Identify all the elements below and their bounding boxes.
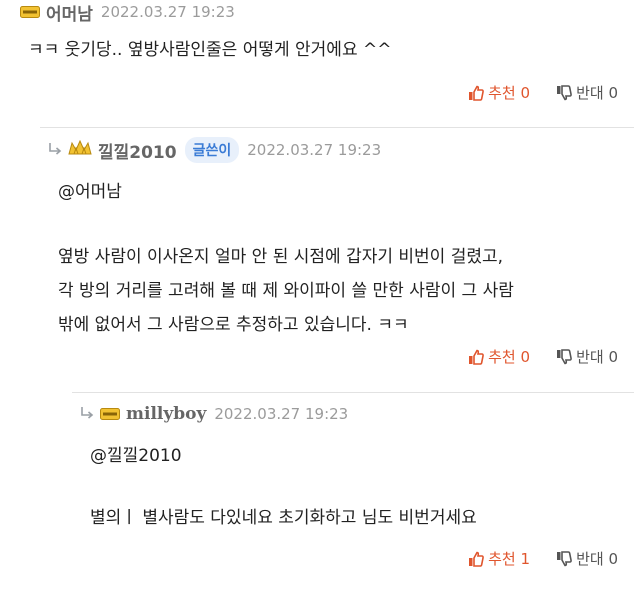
comment-body-line: 별의ㅣ 별사람도 다있네요 초기화하고 님도 비번거세요 (90, 508, 477, 528)
recommend-button[interactable]: 추천 0 (468, 346, 530, 367)
comment-meta: millyboy 2022.03.27 19:23 (80, 402, 348, 426)
comment-body: 옆방 사람이 이사온지 얼마 안 된 시점에 갑자기 비번이 걸렸고, 각 방의… (58, 240, 514, 342)
comment-actions: 추천 0 반대 0 (468, 346, 618, 367)
thumbs-down-icon (557, 550, 572, 566)
oppose-label: 반대 (576, 550, 604, 568)
thumbs-up-icon (469, 349, 484, 365)
grade-bar-icon (100, 405, 120, 424)
reply-arrow-icon (80, 405, 94, 424)
oppose-count: 0 (608, 83, 618, 102)
author-badge: 글쓴이 (184, 137, 240, 163)
reply-arrow-icon (48, 141, 62, 160)
recommend-label: 추천 (488, 550, 516, 568)
comment-body-line: 밖에 없어서 그 사람으로 추정하고 있습니다. ㅋㅋ (58, 315, 409, 335)
nickname[interactable]: millyboy (126, 404, 206, 424)
comment-divider (72, 392, 634, 393)
grade-crown-icon (68, 139, 92, 160)
comment-body-line: ㅋㅋ 웃기당.. 옆방사람인줄은 어떻게 안거에요 ^^ (28, 40, 392, 60)
comment-date: 2022.03.27 19:23 (214, 405, 349, 423)
comment-1: 어머남 2022.03.27 19:23 (20, 0, 235, 25)
comment-3: millyboy 2022.03.27 19:23 (80, 402, 348, 426)
oppose-label: 반대 (576, 348, 604, 366)
recommend-button[interactable]: 추천 1 (468, 548, 530, 569)
comment-meta: 낄낄2010 글쓴이 2022.03.27 19:23 (48, 137, 382, 163)
comment-body-line: 옆방 사람이 이사온지 얼마 안 된 시점에 갑자기 비번이 걸렸고, (58, 247, 504, 267)
recommend-count: 0 (520, 347, 531, 366)
thumbs-down-icon (557, 84, 572, 100)
comment-body-line: 각 방의 거리를 고려해 볼 때 제 와이파이 쓸 만한 사람이 그 사람 (58, 281, 514, 301)
grade-bar-icon (20, 3, 40, 22)
nickname[interactable]: 낄낄2010 (98, 138, 177, 163)
oppose-button[interactable]: 반대 0 (556, 346, 618, 367)
oppose-label: 반대 (576, 84, 604, 102)
comment-2: 낄낄2010 글쓴이 2022.03.27 19:23 (48, 137, 382, 163)
comment-actions: 추천 0 반대 0 (468, 82, 618, 103)
recommend-label: 추천 (488, 348, 516, 366)
comment-mention[interactable]: @낄낄2010 (90, 442, 182, 470)
oppose-button[interactable]: 반대 0 (556, 82, 618, 103)
nickname[interactable]: 어머남 (46, 0, 93, 25)
oppose-button[interactable]: 반대 0 (556, 548, 618, 569)
oppose-count: 0 (608, 347, 618, 366)
recommend-count: 1 (520, 549, 531, 568)
thumbs-up-icon (469, 85, 484, 101)
recommend-count: 0 (520, 83, 531, 102)
comment-date: 2022.03.27 19:23 (100, 3, 235, 21)
thumbs-up-icon (469, 551, 484, 567)
oppose-count: 0 (608, 549, 618, 568)
recommend-button[interactable]: 추천 0 (468, 82, 530, 103)
comment-meta: 어머남 2022.03.27 19:23 (20, 0, 235, 25)
comment-mention[interactable]: @어머남 (58, 178, 122, 206)
comment-divider (40, 127, 634, 128)
recommend-label: 추천 (488, 84, 516, 102)
comment-date: 2022.03.27 19:23 (247, 141, 382, 159)
comment-actions: 추천 1 반대 0 (468, 548, 618, 569)
thumbs-down-icon (557, 348, 572, 364)
